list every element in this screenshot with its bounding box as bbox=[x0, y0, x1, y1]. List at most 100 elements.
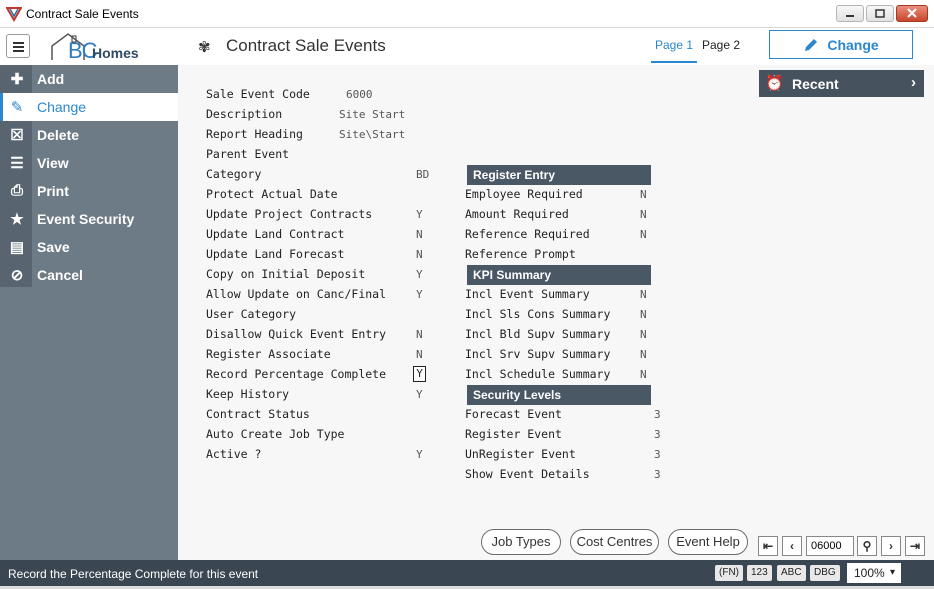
field-label: UnRegister Event bbox=[465, 447, 576, 461]
field-value[interactable]: 3 bbox=[654, 428, 661, 441]
alarm-clock-icon: ⏰ bbox=[765, 75, 784, 92]
field-label: Employee Required bbox=[465, 187, 583, 201]
change-button-label: Change bbox=[827, 36, 879, 53]
field-value[interactable]: N bbox=[640, 208, 647, 221]
minimize-button[interactable] bbox=[836, 5, 864, 22]
field-value[interactable]: BD bbox=[416, 168, 429, 181]
sidebar-item-label: View bbox=[37, 155, 69, 171]
cost-centres-button[interactable]: Cost Centres bbox=[570, 529, 659, 555]
field-value[interactable]: N bbox=[416, 248, 423, 261]
first-record-button[interactable]: ⇤ bbox=[758, 536, 778, 556]
floppy-icon: ▤ bbox=[9, 239, 25, 256]
plus-icon: ✚ bbox=[10, 71, 24, 88]
field-value[interactable]: Site Start bbox=[339, 108, 405, 121]
sidebar-item-view[interactable]: ☰ View bbox=[0, 149, 178, 177]
field-label: Incl Srv Supv Summary bbox=[465, 347, 611, 361]
record-percentage-input[interactable]: Y bbox=[413, 366, 426, 382]
field-label: Allow Update on Canc/Final bbox=[206, 287, 387, 301]
field-label: Keep History bbox=[206, 387, 290, 401]
event-help-button[interactable]: Event Help bbox=[668, 529, 748, 555]
field-value[interactable]: Site\Start bbox=[339, 128, 405, 141]
sidebar-item-label: Save bbox=[37, 239, 70, 255]
field-label: Record Percentage Complete bbox=[206, 367, 387, 381]
field-label: Contract Status bbox=[206, 407, 310, 421]
field-value[interactable]: Y bbox=[416, 288, 423, 301]
app-header: BC Homes ✾ Contract Sale Events Page 1 P… bbox=[0, 28, 934, 65]
search-record-button[interactable]: ⚲ bbox=[857, 536, 877, 556]
last-icon: ⇥ bbox=[909, 539, 921, 553]
maximize-button[interactable] bbox=[866, 5, 894, 22]
record-number-input[interactable] bbox=[806, 536, 854, 556]
field-value[interactable]: N bbox=[640, 328, 647, 341]
field-value[interactable]: N bbox=[640, 308, 647, 321]
field-label: Incl Bld Supv Summary bbox=[465, 327, 611, 341]
sidebar-item-label: Add bbox=[37, 71, 65, 87]
field-label: Update Land Forecast bbox=[206, 247, 345, 261]
close-icon bbox=[907, 8, 917, 18]
sidebar-item-label: Delete bbox=[37, 127, 80, 143]
fn-chip[interactable]: (FN) bbox=[715, 565, 743, 581]
change-button[interactable]: Change bbox=[769, 30, 913, 59]
sidebar-item-save[interactable]: ▤ Save bbox=[0, 233, 178, 261]
previous-record-button[interactable]: ‹ bbox=[782, 536, 802, 556]
sidebar-item-cancel[interactable]: ⊘ Cancel bbox=[0, 261, 178, 289]
maximize-icon bbox=[875, 9, 885, 18]
field-label: Sale Event Code bbox=[206, 87, 310, 101]
field-label: Category bbox=[206, 167, 262, 181]
field-value[interactable]: N bbox=[640, 288, 647, 301]
field-label: Update Project Contracts bbox=[206, 207, 373, 221]
field-label: Auto Create Job Type bbox=[206, 427, 345, 441]
field-value[interactable]: N bbox=[416, 228, 423, 241]
tab-page-1[interactable]: Page 1 bbox=[651, 36, 697, 63]
field-value[interactable]: Y bbox=[416, 268, 423, 281]
chevron-right-icon: › bbox=[889, 539, 893, 553]
sidebar-item-event-security[interactable]: ★ Event Security bbox=[0, 205, 178, 233]
field-value[interactable]: N bbox=[640, 368, 647, 381]
field-label: Incl Sls Cons Summary bbox=[465, 307, 611, 321]
sidebar-item-add[interactable]: ✚ Add bbox=[0, 65, 178, 93]
security-levels-heading: Security Levels bbox=[467, 385, 651, 405]
first-icon: ⇤ bbox=[762, 539, 774, 553]
zoom-select[interactable]: 100% ▾ bbox=[847, 563, 901, 583]
tab-page-2[interactable]: Page 2 bbox=[700, 36, 742, 63]
recent-panel-button[interactable]: ⏰ Recent › bbox=[759, 70, 924, 97]
status-bar: Record the Percentage Complete for this … bbox=[0, 560, 934, 586]
hamburger-menu-button[interactable] bbox=[6, 34, 30, 58]
field-value[interactable]: N bbox=[640, 348, 647, 361]
close-button[interactable] bbox=[896, 5, 928, 22]
job-types-button[interactable]: Job Types bbox=[481, 529, 561, 555]
field-label: Incl Schedule Summary bbox=[465, 367, 611, 381]
next-record-button[interactable]: › bbox=[881, 536, 901, 556]
recent-label: Recent bbox=[792, 76, 839, 92]
sidebar-item-label: Change bbox=[37, 99, 87, 115]
sidebar-item-print[interactable]: ⎙ Print bbox=[0, 177, 178, 205]
field-value[interactable]: N bbox=[416, 328, 423, 341]
field-value[interactable]: 3 bbox=[654, 408, 661, 421]
field-value[interactable]: N bbox=[416, 348, 423, 361]
handshake-icon: ✾ bbox=[198, 39, 211, 56]
field-value[interactable]: 3 bbox=[654, 468, 661, 481]
field-label: Parent Event bbox=[206, 147, 290, 161]
field-label: Incl Event Summary bbox=[465, 287, 590, 301]
window-title: Contract Sale Events bbox=[26, 7, 139, 21]
sidebar-item-delete[interactable]: ☒ Delete bbox=[0, 121, 178, 149]
field-value[interactable]: Y bbox=[416, 208, 423, 221]
field-label: Amount Required bbox=[465, 207, 569, 221]
num-chip[interactable]: 123 bbox=[747, 565, 772, 581]
field-value[interactable]: N bbox=[640, 228, 647, 241]
logo-homes-text: Homes bbox=[92, 45, 139, 61]
abc-chip[interactable]: ABC bbox=[777, 565, 806, 581]
sidebar-item-change[interactable]: ✎ Change bbox=[0, 93, 178, 121]
field-value[interactable]: 3 bbox=[654, 448, 661, 461]
field-value[interactable]: 6000 bbox=[346, 88, 373, 101]
field-value[interactable]: N bbox=[640, 188, 647, 201]
sidebar: ✚ Add ✎ Change ☒ Delete ☰ View ⎙ Print ★… bbox=[0, 65, 178, 560]
app-icon bbox=[6, 7, 22, 22]
dbg-chip[interactable]: DBG bbox=[810, 565, 840, 581]
field-value[interactable]: Y bbox=[416, 388, 423, 401]
field-label: Register Event bbox=[465, 427, 562, 441]
field-label: Show Event Details bbox=[465, 467, 590, 481]
last-record-button[interactable]: ⇥ bbox=[905, 536, 925, 556]
sidebar-item-label: Event Security bbox=[37, 211, 135, 227]
field-value[interactable]: Y bbox=[416, 448, 423, 461]
